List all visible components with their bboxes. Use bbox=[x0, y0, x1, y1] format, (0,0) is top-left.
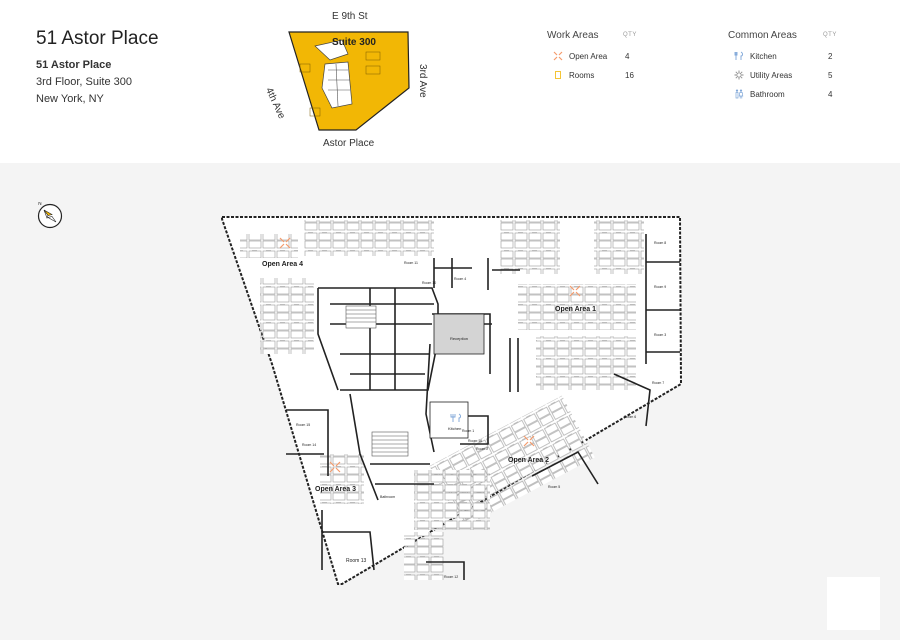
legend-item-utility: Utility Areas 5 bbox=[728, 70, 843, 89]
label-open-area-4: Open Area 4 bbox=[262, 261, 303, 268]
label-room-10: Room 10 bbox=[422, 281, 436, 285]
legend-qty: 5 bbox=[828, 71, 833, 80]
label-open-area-1: Open Area 1 bbox=[555, 306, 596, 313]
label-room-12: Room 12 bbox=[444, 575, 458, 579]
legend-label: Kitchen bbox=[750, 52, 777, 61]
legend-item-open-area: Open Area 4 bbox=[547, 51, 642, 70]
compass-icon: N bbox=[37, 202, 63, 229]
label-kitchen: Kitchen bbox=[448, 426, 461, 431]
building-title: 51 Astor Place bbox=[36, 28, 159, 49]
label-room-2: Room 2 bbox=[476, 447, 488, 451]
label-room-7: Room 7 bbox=[652, 381, 664, 385]
label-room-1: Room 1 bbox=[462, 429, 474, 433]
header-panel: 51 Astor Place 51 Astor Place 3rd Floor,… bbox=[0, 0, 900, 163]
utility-icon bbox=[734, 70, 744, 80]
kitchen-icon bbox=[734, 51, 743, 60]
key-map: E 9th St 4th Ave 3rd Ave Astor Place Sui… bbox=[263, 8, 440, 158]
legend-label: Bathroom bbox=[750, 90, 785, 99]
label-room-11: Room 11 bbox=[404, 261, 418, 265]
label-room-9: Room 9 bbox=[654, 285, 666, 289]
label-open-area-2: Open Area 2 bbox=[508, 457, 549, 464]
legend-qty: 4 bbox=[625, 52, 630, 61]
label-reception: Reception bbox=[450, 336, 468, 341]
room-icon bbox=[555, 71, 561, 79]
address-floor-suite: 3rd Floor, Suite 300 bbox=[36, 76, 133, 88]
legend-item-rooms: Rooms 16 bbox=[547, 70, 642, 89]
label-room-16: Room 16 bbox=[468, 439, 482, 443]
floor-plan: Open Area 4 Open Area 1 Open Area 2 Open… bbox=[221, 216, 682, 585]
legend-label: Rooms bbox=[569, 71, 595, 80]
svg-text:N: N bbox=[38, 202, 42, 207]
blank-panel bbox=[827, 577, 880, 630]
open-area-icon bbox=[553, 51, 563, 61]
building-address: 51 Astor Place 3rd Floor, Suite 300 New … bbox=[36, 57, 132, 108]
legend-label: Open Area bbox=[569, 52, 608, 61]
label-bathroom: Bathroom bbox=[380, 495, 395, 499]
label-room-14: Room 14 bbox=[302, 443, 316, 447]
label-room-6: Room 6 bbox=[624, 415, 636, 419]
label-room-8: Room 8 bbox=[654, 241, 666, 245]
legend-work-areas: Work Areas QTY Open Area 4 Rooms 16 bbox=[547, 30, 642, 89]
legend-qty: 4 bbox=[828, 90, 833, 99]
legend-label: Utility Areas bbox=[750, 71, 793, 80]
address-name: 51 Astor Place bbox=[36, 59, 112, 71]
address-city: New York, NY bbox=[36, 93, 104, 105]
label-room-3: Room 3 bbox=[654, 333, 666, 337]
label-room-5: Room 5 bbox=[548, 485, 560, 489]
key-map-shape: Suite 300 bbox=[288, 31, 410, 131]
reception-area bbox=[433, 313, 485, 355]
legend-common-areas: Common Areas QTY Kitchen 2 Utility Areas… bbox=[728, 30, 843, 108]
suite-label: Suite 300 bbox=[332, 37, 376, 48]
bathroom-icon bbox=[735, 89, 744, 99]
label-room-4: Room 4 bbox=[454, 277, 466, 281]
label-open-area-3: Open Area 3 bbox=[315, 486, 356, 493]
legend-qty: 16 bbox=[625, 71, 634, 80]
label-room-15: Room 15 bbox=[296, 423, 310, 427]
legend-qty: 2 bbox=[828, 52, 833, 61]
label-room-13: Room 13 bbox=[346, 558, 367, 564]
legend-item-bathroom: Bathroom 4 bbox=[728, 89, 843, 108]
legend-work-qty-header: QTY bbox=[623, 32, 637, 38]
legend-common-qty-header: QTY bbox=[823, 32, 837, 38]
legend-item-kitchen: Kitchen 2 bbox=[728, 51, 843, 70]
